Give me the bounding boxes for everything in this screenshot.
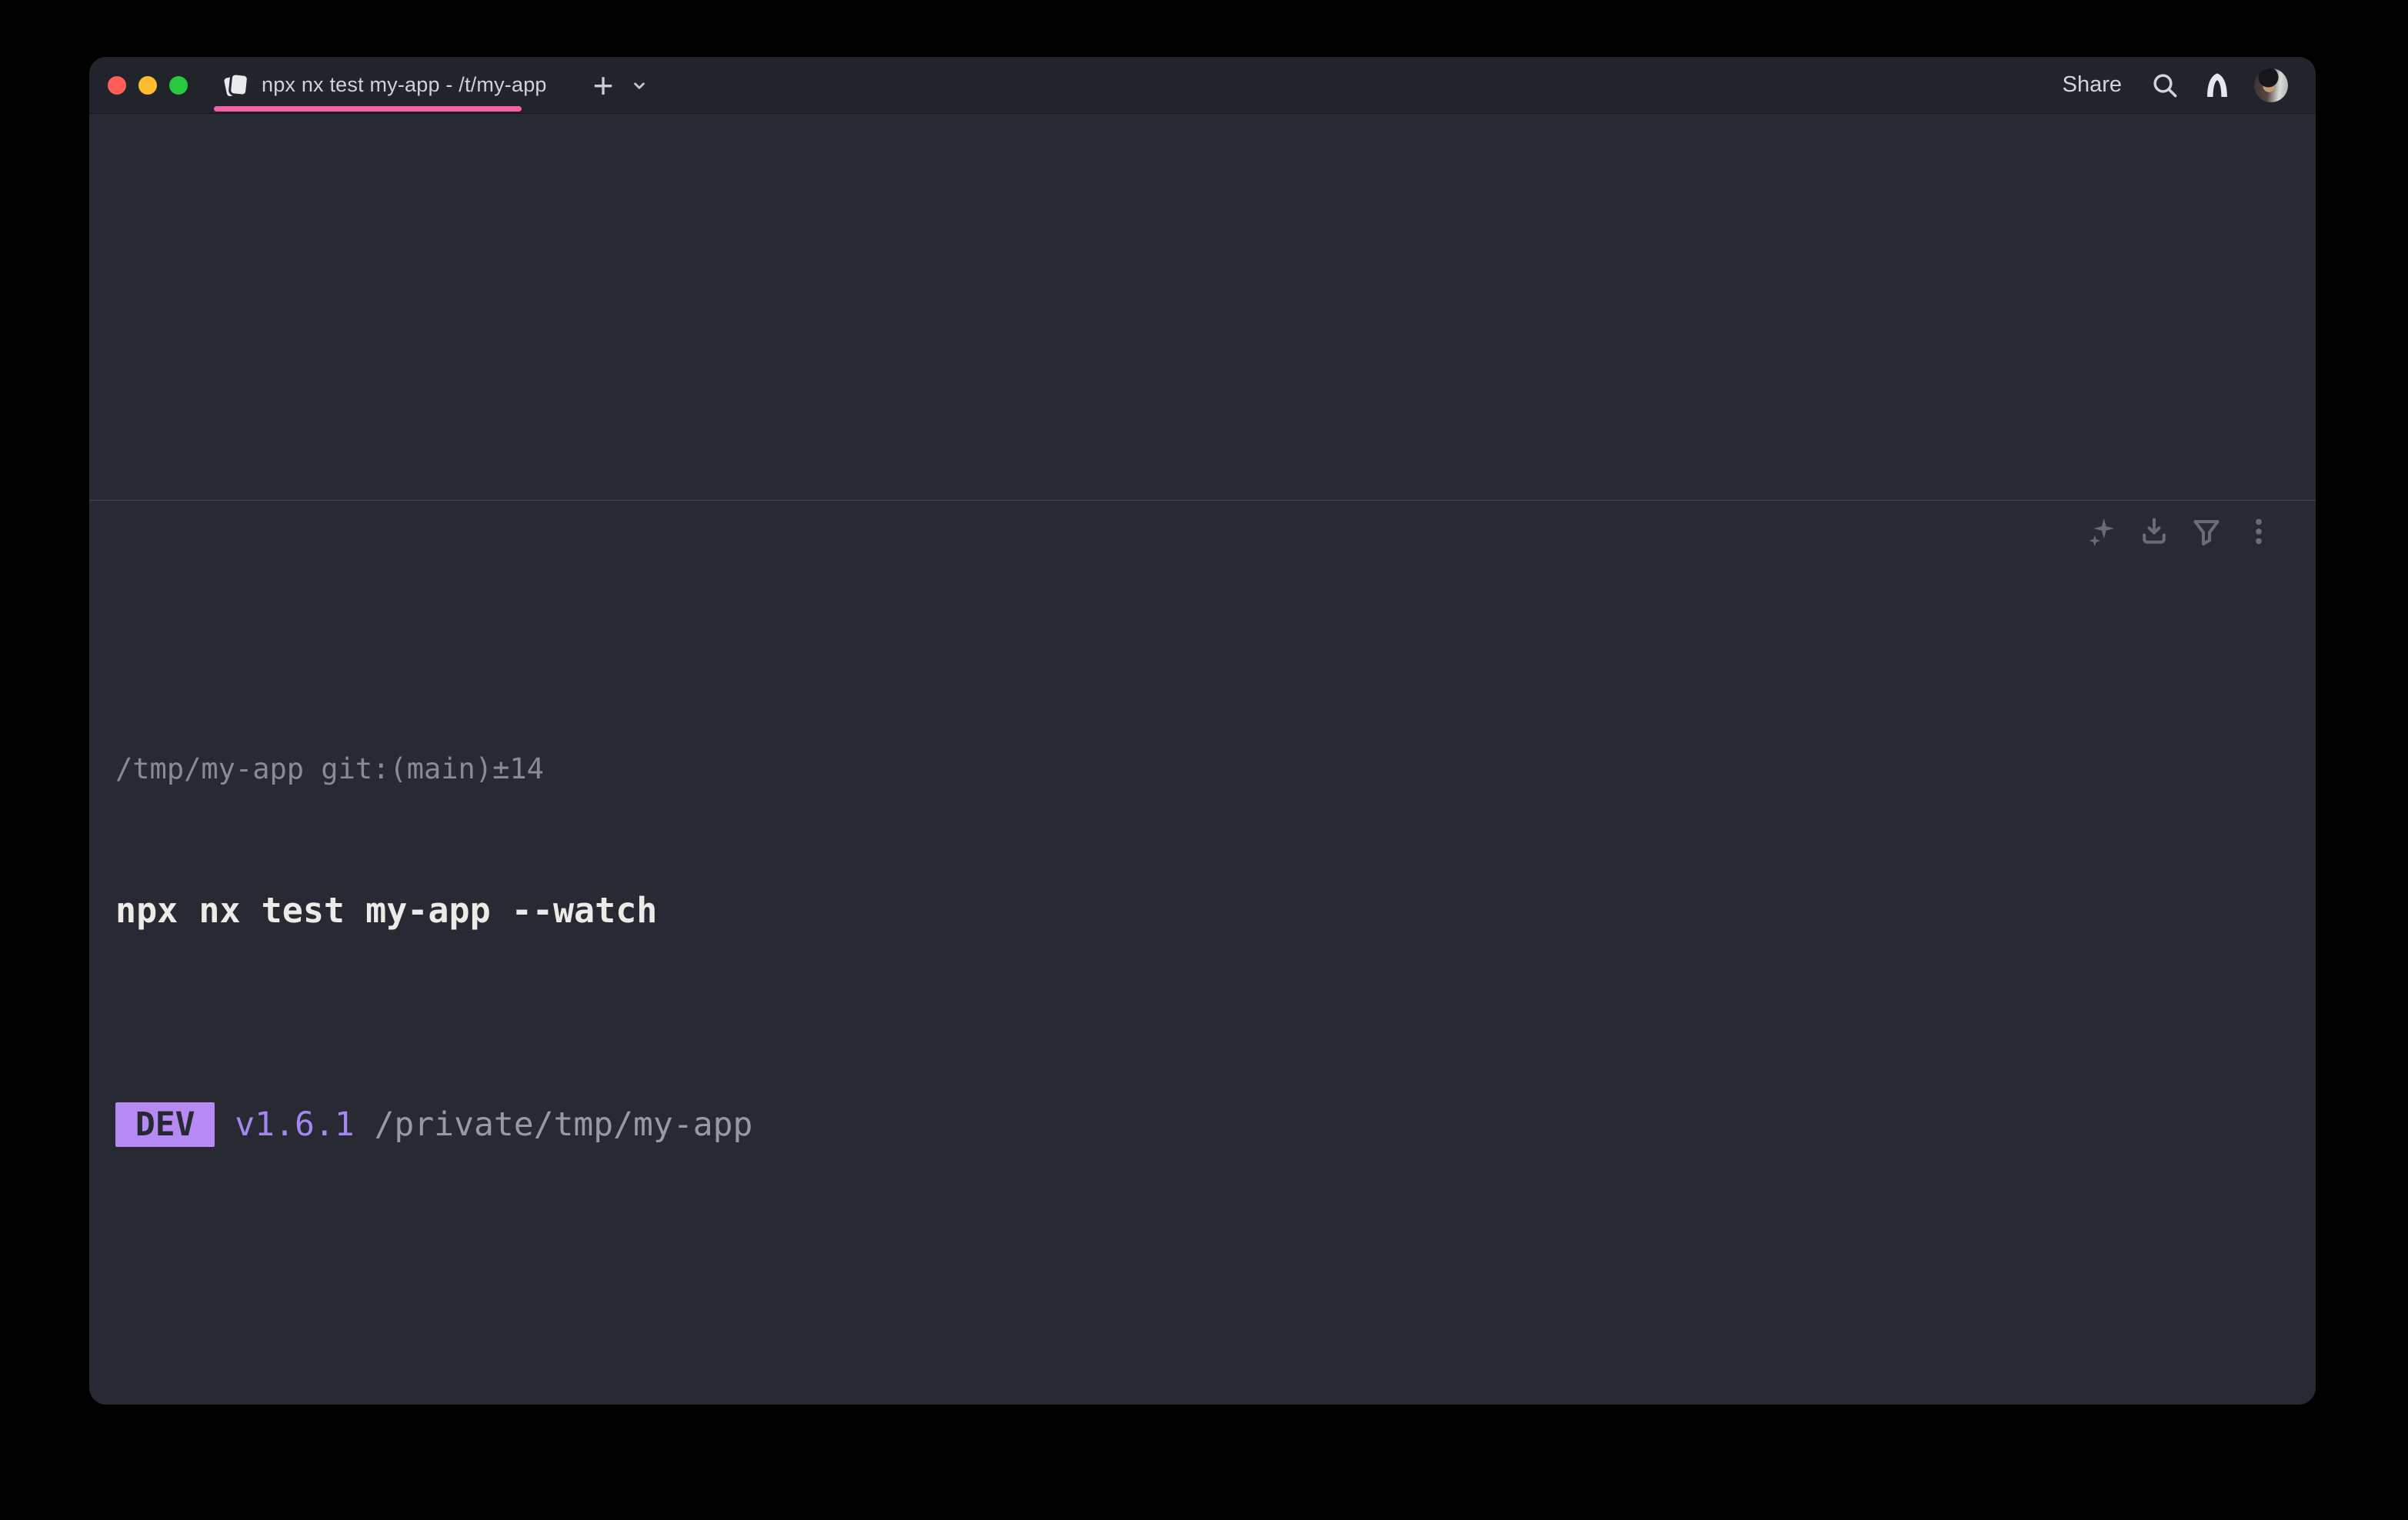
active-tab[interactable]: npx nx test my-app - /t/my-app bbox=[225, 57, 569, 114]
command-block: /tmp/my-app git:(main)±14 npx nx test my… bbox=[89, 500, 2316, 1405]
active-tab-indicator bbox=[214, 106, 522, 112]
shell-prompt: /tmp/my-app git:(main)±14 bbox=[115, 750, 2270, 788]
zoom-button[interactable] bbox=[169, 76, 188, 95]
block-actions bbox=[2083, 513, 2277, 550]
minimize-button[interactable] bbox=[138, 76, 157, 95]
tab-bar: npx nx test my-app - /t/my-app + Share bbox=[89, 57, 2316, 114]
terminal-window: npx nx test my-app - /t/my-app + Share bbox=[89, 57, 2316, 1405]
close-button[interactable] bbox=[108, 76, 126, 95]
command-text: npx nx test my-app --watch bbox=[115, 888, 2270, 933]
dev-badge: DEV bbox=[115, 1102, 215, 1147]
filter-icon[interactable] bbox=[2188, 513, 2225, 550]
pages-icon bbox=[225, 74, 248, 97]
project-path: /private/tmp/my-app bbox=[375, 1105, 753, 1144]
kebab-menu-icon[interactable] bbox=[2240, 513, 2277, 550]
download-icon[interactable] bbox=[2136, 513, 2173, 550]
new-tab-button[interactable]: + bbox=[589, 68, 619, 103]
tab-title: npx nx test my-app - /t/my-app bbox=[262, 73, 547, 97]
tabbar-right-cluster: Share bbox=[2063, 68, 2288, 102]
vitest-dev-line: DEV v1.6.1/private/tmp/my-app bbox=[115, 1102, 2270, 1147]
chevron-down-icon[interactable] bbox=[629, 75, 649, 95]
search-icon[interactable] bbox=[2150, 70, 2180, 101]
share-button[interactable]: Share bbox=[2063, 72, 2122, 98]
warp-logo-icon[interactable] bbox=[2203, 71, 2231, 100]
vitest-version: v1.6.1 bbox=[235, 1105, 354, 1144]
terminal-scrollback bbox=[89, 114, 2316, 500]
avatar[interactable] bbox=[2254, 68, 2288, 102]
test-tree: ✓src/app/app.component.spec.ts (3) ✓AppC… bbox=[115, 1324, 2270, 1405]
traffic-lights bbox=[108, 76, 188, 95]
sparkles-icon[interactable] bbox=[2083, 513, 2120, 550]
